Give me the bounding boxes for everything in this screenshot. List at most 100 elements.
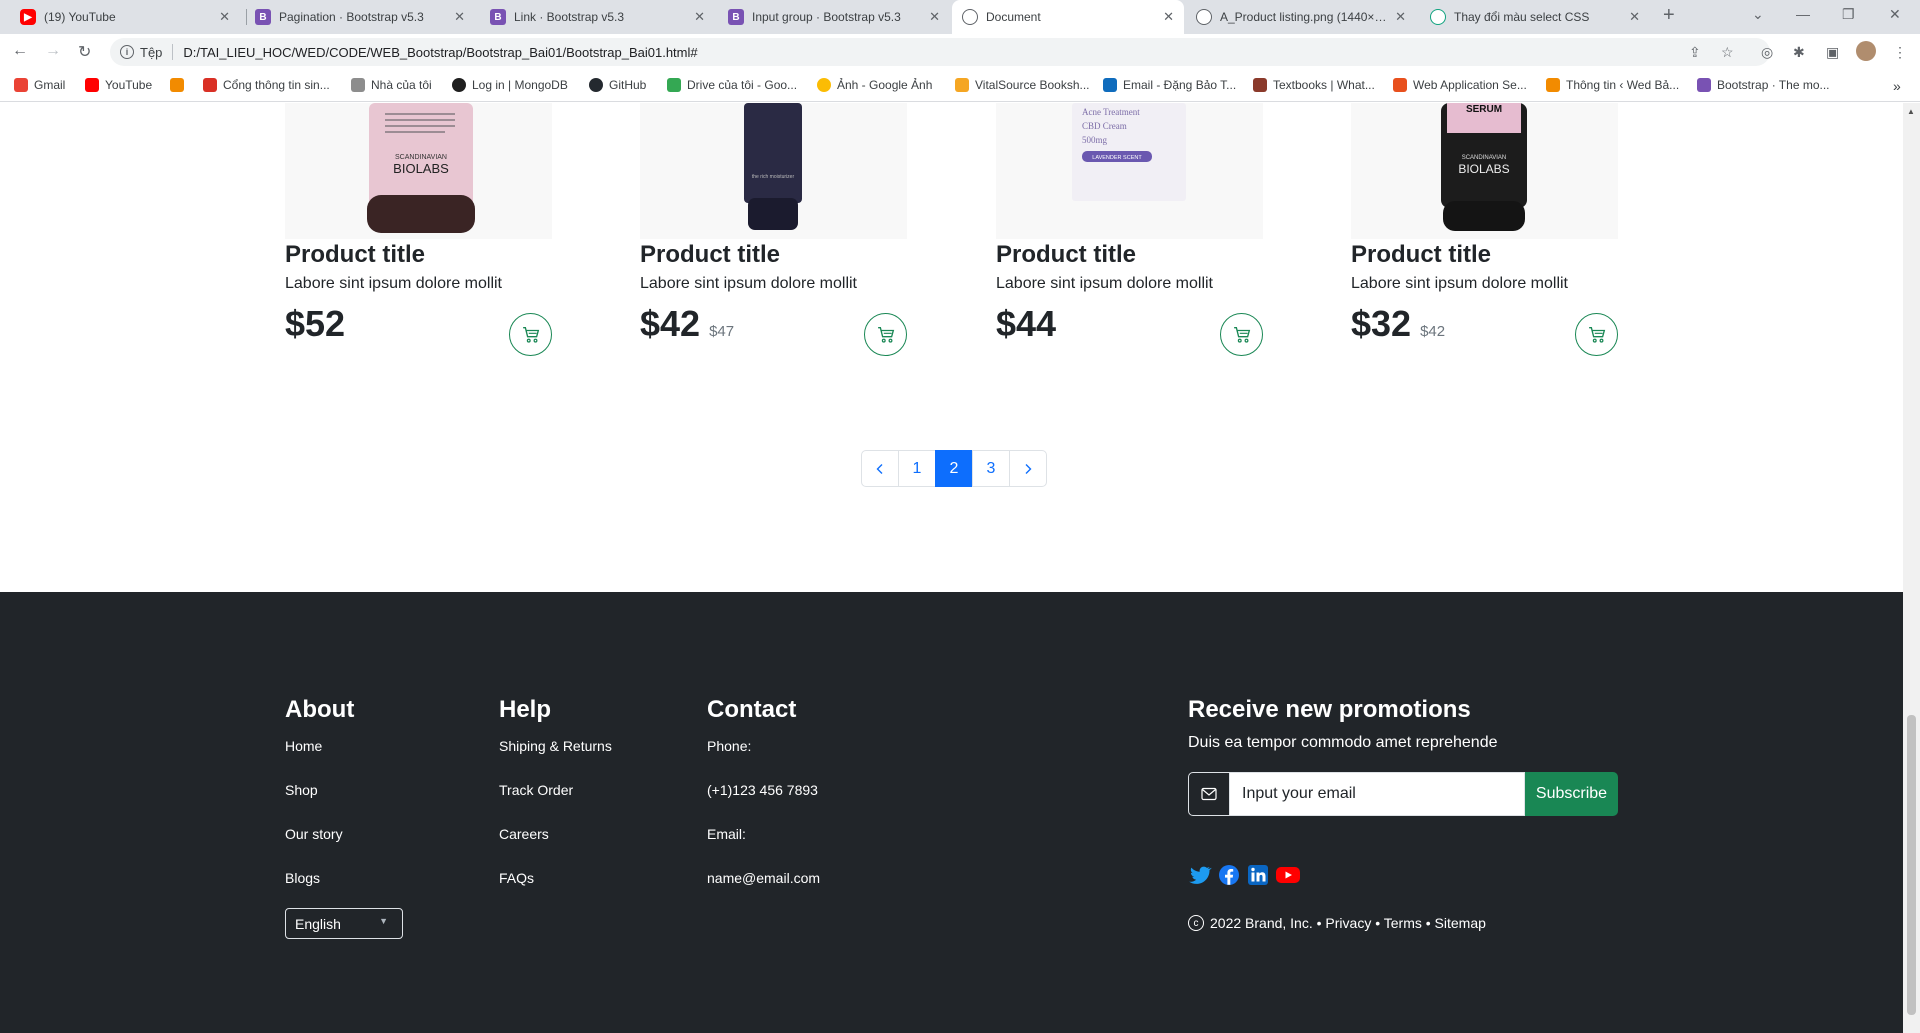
newsletter-section: Receive new promotions Duis ea tempor co… (1188, 696, 1618, 931)
tab-youtube[interactable]: ▶ (19) YouTube ✕ (10, 0, 240, 34)
product-image[interactable]: SCANDINAVIAN BIOLABS (285, 103, 552, 239)
footer-link-our-story[interactable]: Our story (285, 826, 354, 870)
product-title[interactable]: Product title (996, 241, 1136, 269)
bookmark-textbooks[interactable]: Textbooks | What... (1253, 78, 1375, 92)
bookmark-thong-tin[interactable]: Thông tin ‹ Wed Bả... (1546, 78, 1679, 92)
bookmark-mongodb[interactable]: Log in | MongoDB (452, 78, 568, 92)
footer-link-shipping[interactable]: Shiping & Returns (499, 738, 612, 782)
tab-product-listing[interactable]: A_Product listing.png (1440×28… ✕ (1186, 0, 1416, 34)
facebook-icon[interactable] (1217, 863, 1241, 887)
back-icon[interactable]: ← (12, 42, 28, 60)
footer-link-home[interactable]: Home (285, 738, 354, 782)
extensions-icon[interactable]: ✱ (1793, 44, 1805, 61)
bookmark-cong-thong-tin[interactable]: Cổng thông tin sin... (203, 78, 330, 92)
profile-avatar[interactable] (1856, 41, 1876, 61)
product-title[interactable]: Product title (1351, 241, 1491, 269)
subscribe-button[interactable]: Subscribe (1525, 772, 1618, 816)
close-icon[interactable]: ✕ (1395, 9, 1406, 25)
menu-icon[interactable]: ⋮ (1893, 44, 1907, 61)
price-current: $44 (996, 303, 1057, 344)
close-icon[interactable]: ✕ (694, 9, 705, 25)
minimize-icon[interactable]: — (1796, 6, 1810, 22)
bookmark-youtube[interactable]: YouTube (85, 78, 152, 92)
bookmark-label: Thông tin ‹ Wed Bả... (1566, 78, 1680, 92)
bookmark-google-photos[interactable]: Ảnh - Google Ảnh (817, 78, 932, 92)
tab-pagination[interactable]: B Pagination · Bootstrap v5.3 ✕ (245, 0, 475, 34)
tab-chatgpt[interactable]: Thay đổi màu select CSS ✕ (1420, 0, 1650, 34)
page-scrollbar[interactable]: ▲ (1903, 103, 1920, 1033)
close-icon[interactable]: ✕ (1629, 9, 1640, 25)
tab-link[interactable]: B Link · Bootstrap v5.3 ✕ (480, 0, 715, 34)
close-icon[interactable]: ✕ (1163, 9, 1174, 25)
bookmark-label: YouTube (105, 78, 153, 92)
product-image[interactable]: Acne Treatment CBD Cream 500mg LAVENDER … (996, 103, 1263, 239)
product-title[interactable]: Product title (640, 241, 780, 269)
tab-title: A_Product listing.png (1440×28… (1220, 10, 1388, 24)
forward-icon[interactable]: → (45, 42, 61, 60)
jar-line-1: Acne Treatment (1082, 107, 1140, 117)
add-to-cart-button[interactable] (1220, 313, 1263, 356)
product-card[interactable]: Acne Treatment CBD Cream 500mg LAVENDER … (996, 103, 1263, 356)
bookmark-drive[interactable]: Drive của tôi - Goo... (667, 78, 797, 92)
bookmark-email[interactable]: Email - Đặng Bảo T... (1103, 78, 1236, 92)
reload-icon[interactable]: ↻ (78, 42, 91, 62)
product-description: Labore sint ipsum dolore mollit (640, 275, 857, 292)
info-icon[interactable]: i (120, 45, 134, 59)
tab-document[interactable]: Document ✕ (952, 0, 1184, 34)
more-bookmarks-icon[interactable]: » (1893, 78, 1901, 94)
bookmark-github[interactable]: GitHub (589, 78, 646, 92)
language-select[interactable]: English ▼ (285, 908, 403, 939)
close-icon[interactable]: ✕ (454, 9, 465, 25)
pagination-next[interactable] (1009, 450, 1047, 487)
youtube-icon[interactable] (1275, 863, 1301, 887)
bookmark-nha-cua-toi[interactable]: Nhà của tôi (351, 78, 432, 92)
share-icon[interactable]: ⇪ (1689, 44, 1701, 61)
pagination-page-3[interactable]: 3 (972, 450, 1010, 487)
tab-search-icon[interactable]: ⌄ (1752, 6, 1764, 23)
linkedin-icon[interactable] (1246, 863, 1270, 887)
add-to-cart-button[interactable] (509, 313, 552, 356)
pagination-page-2[interactable]: 2 (935, 450, 973, 487)
bookmark-icon-only[interactable] (170, 78, 190, 92)
twitter-icon[interactable] (1188, 863, 1212, 887)
bottle-brand-large: BIOLABS (393, 161, 449, 176)
bookmark-vitalsource[interactable]: VitalSource Booksh... (955, 78, 1090, 92)
close-icon[interactable]: ✕ (929, 9, 940, 25)
home-icon (351, 78, 365, 92)
pagination-page-1[interactable]: 1 (898, 450, 936, 487)
product-image[interactable]: SERUM SCANDINAVIAN BIOLABS (1351, 103, 1618, 239)
bookmark-gmail[interactable]: Gmail (14, 78, 65, 92)
bookmark-web-application[interactable]: Web Application Se... (1393, 78, 1527, 92)
product-card[interactable]: SERUM SCANDINAVIAN BIOLABS Product title… (1351, 103, 1618, 356)
serum-bottle-dark-image: SERUM SCANDINAVIAN BIOLABS (1441, 103, 1527, 231)
product-title[interactable]: Product title (285, 241, 425, 269)
bootstrap-icon: B (490, 9, 506, 25)
bottle-brand-small: SCANDINAVIAN (395, 154, 447, 161)
tab-input-group[interactable]: B Input group · Bootstrap v5.3 ✕ (718, 0, 950, 34)
close-window-icon[interactable]: ✕ (1889, 6, 1901, 23)
footer-link-shop[interactable]: Shop (285, 782, 354, 826)
add-to-cart-button[interactable] (1575, 313, 1618, 356)
bookmark-label: Ảnh - Google Ảnh (837, 78, 933, 92)
side-panel-icon[interactable]: ▣ (1826, 44, 1839, 61)
pagination-previous[interactable] (861, 450, 899, 487)
product-card[interactable]: SCANDINAVIAN BIOLABS Product title Labor… (285, 103, 552, 356)
restore-icon[interactable]: ❐ (1842, 6, 1855, 23)
footer-link-track-order[interactable]: Track Order (499, 782, 612, 826)
scroll-up-icon[interactable]: ▲ (1907, 107, 1915, 116)
footer-link-careers[interactable]: Careers (499, 826, 612, 870)
product-card[interactable]: the rich moisturizer Product title Labor… (640, 103, 907, 356)
close-icon[interactable]: ✕ (219, 9, 230, 25)
product-image[interactable]: the rich moisturizer (640, 103, 907, 239)
compass-icon[interactable]: ◎ (1761, 44, 1773, 61)
email-input[interactable]: Input your email (1230, 772, 1525, 816)
add-to-cart-button[interactable] (864, 313, 907, 356)
address-url[interactable]: D:/TAI_LIEU_HOC/WED/CODE/WEB_Bootstrap/B… (183, 45, 697, 60)
bookmark-bootstrap[interactable]: Bootstrap · The mo... (1697, 78, 1830, 92)
scrollbar-thumb[interactable] (1907, 715, 1916, 1015)
contact-phone-value: (+1)123 456 7893 (707, 782, 818, 798)
bookmark-star-icon[interactable]: ☆ (1721, 44, 1734, 61)
footer-link-faqs[interactable]: FAQs (499, 870, 612, 914)
address-bar[interactable]: i Tệp D:/TAI_LIEU_HOC/WED/CODE/WEB_Boots… (110, 38, 1770, 66)
new-tab-icon[interactable]: + (1663, 4, 1675, 27)
